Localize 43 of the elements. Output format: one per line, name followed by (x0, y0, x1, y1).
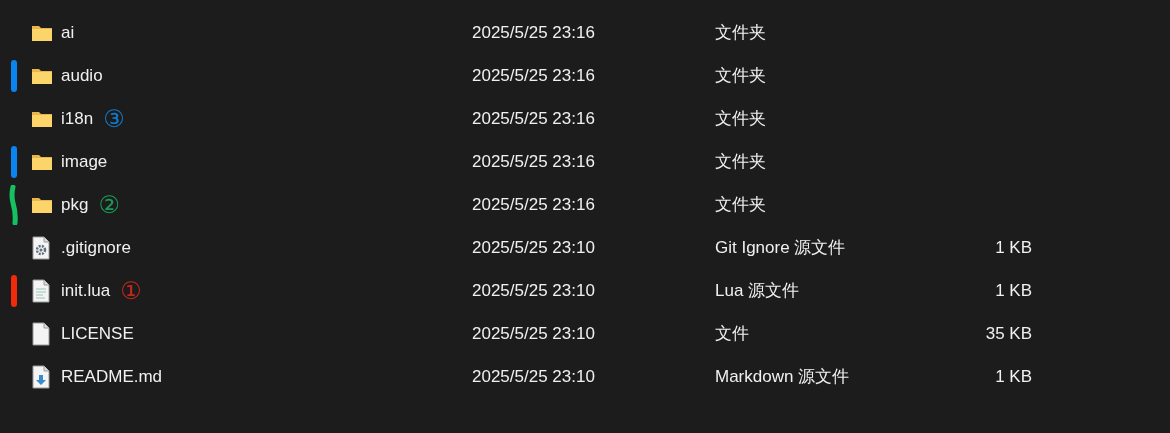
folder-icon (31, 195, 53, 214)
file-name: image (61, 150, 108, 173)
file-type: 文件夹 (715, 194, 766, 214)
file-type: Markdown 源文件 (715, 366, 850, 386)
modified-date: 2025/5/25 23:16 (472, 151, 595, 171)
file-type: 文件 (715, 323, 749, 343)
folder-icon (31, 109, 53, 128)
circled-number: ② (98, 192, 120, 217)
file-type: Git Ignore 源文件 (715, 237, 846, 257)
file-icon (31, 321, 51, 346)
file-name: i18n (61, 107, 94, 130)
text-file-icon (31, 278, 51, 303)
file-type: 文件夹 (715, 22, 766, 42)
file-name: pkg (61, 193, 89, 216)
file-size: 1 KB (995, 366, 1032, 386)
file-name: ai (61, 21, 75, 44)
folder-icon (31, 152, 53, 171)
gear-file-icon (31, 235, 51, 260)
modified-date: 2025/5/25 23:16 (472, 22, 595, 42)
file-name: audio (61, 64, 103, 87)
modified-date: 2025/5/25 23:10 (472, 366, 595, 386)
file-type: 文件夹 (715, 108, 766, 128)
file-size: 1 KB (995, 280, 1032, 300)
file-name: README.md (61, 365, 163, 388)
file-size: 1 KB (995, 237, 1032, 257)
file-name: init.lua (61, 279, 111, 302)
folder-icon (31, 66, 53, 85)
modified-date: 2025/5/25 23:10 (472, 323, 595, 343)
folder-icon (31, 23, 53, 42)
modified-date: 2025/5/25 23:16 (472, 108, 595, 128)
arrow-file-icon (31, 364, 51, 389)
modified-date: 2025/5/25 23:16 (472, 194, 595, 214)
file-name: LICENSE (61, 322, 134, 345)
modified-date: 2025/5/25 23:16 (472, 65, 595, 85)
file-type: Lua 源文件 (715, 280, 800, 300)
file-type: 文件夹 (715, 151, 766, 171)
modified-date: 2025/5/25 23:10 (472, 280, 595, 300)
file-name: .gitignore (61, 236, 131, 259)
file-size: 35 KB (985, 323, 1032, 343)
circled-number: ③ (103, 106, 125, 131)
circled-number: ① (120, 278, 142, 303)
modified-date: 2025/5/25 23:10 (472, 237, 595, 257)
file-type: 文件夹 (715, 65, 766, 85)
